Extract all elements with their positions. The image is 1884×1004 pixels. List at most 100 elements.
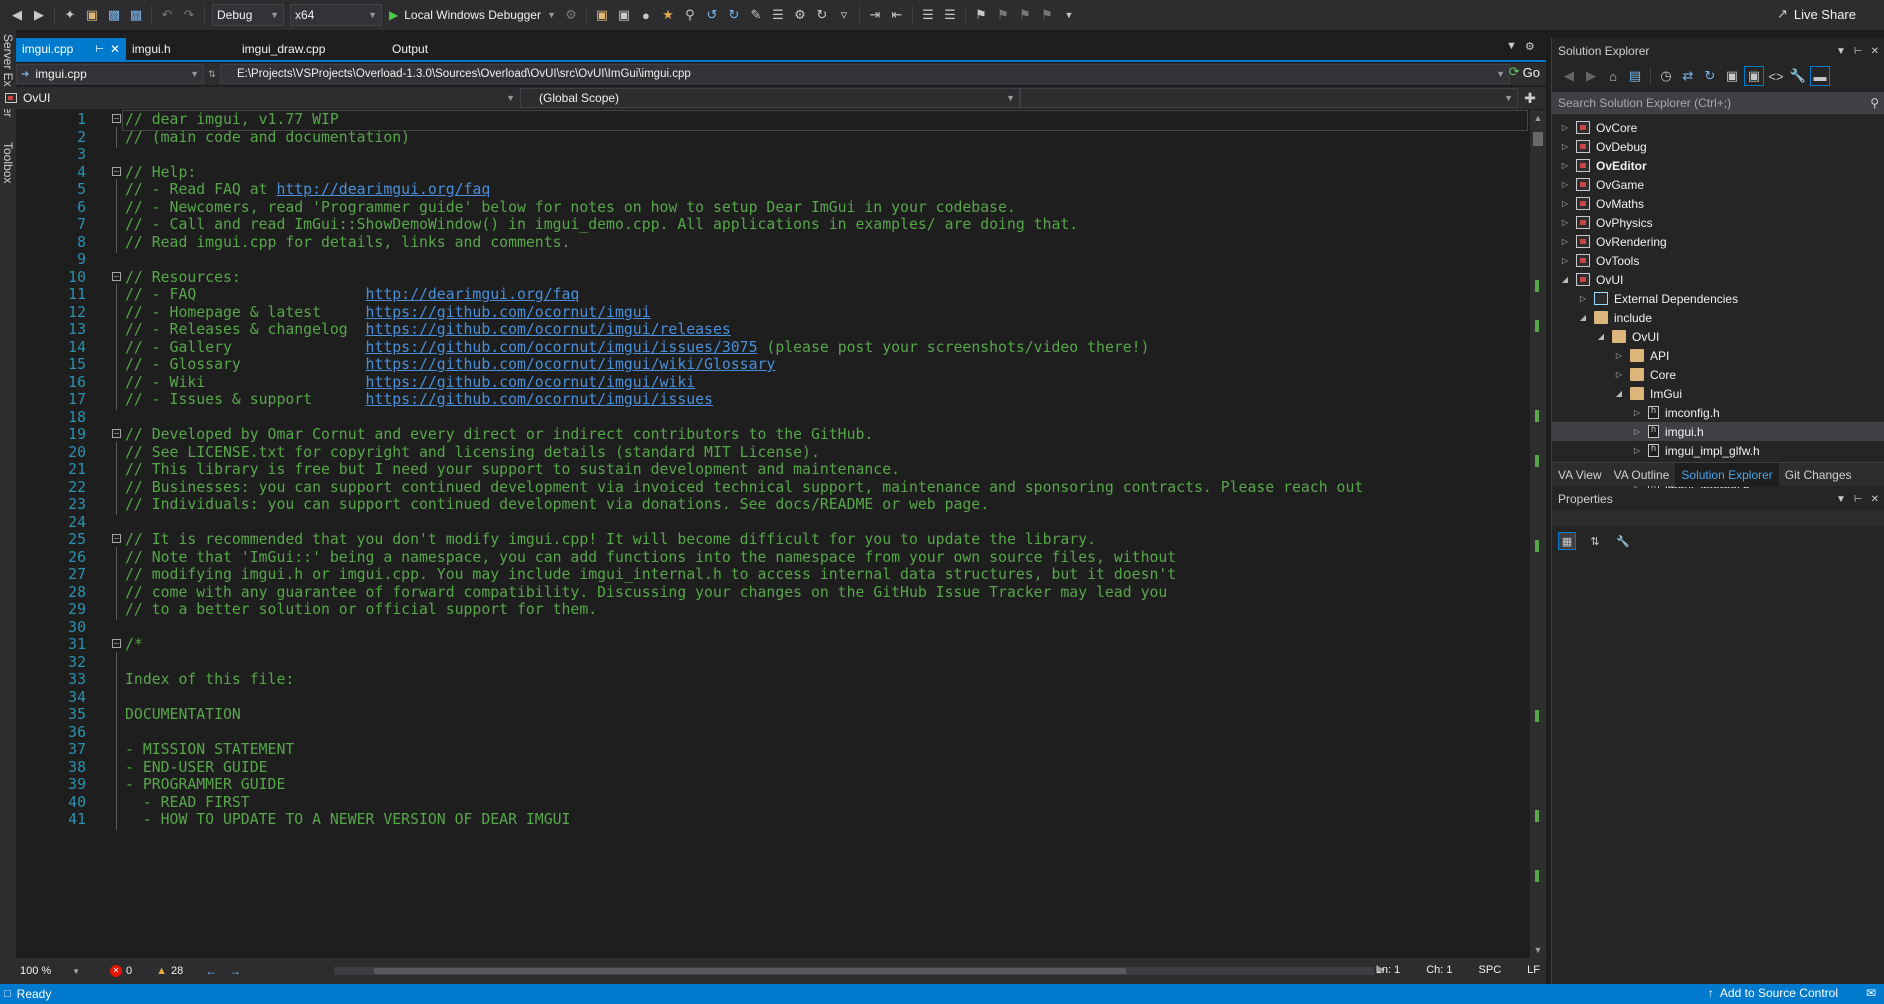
- tree-item[interactable]: ▷ OvPhysics: [1552, 213, 1884, 232]
- bookmark-icon[interactable]: ⚑: [971, 5, 991, 25]
- collapsed-arrow-icon[interactable]: ▷: [1560, 237, 1570, 246]
- bookmark-tools-icon[interactable]: ★: [658, 5, 678, 25]
- collapsed-arrow-icon[interactable]: ▷: [1560, 123, 1570, 132]
- next-issue-icon[interactable]: →: [229, 964, 241, 978]
- line-indicator[interactable]: Ln: 1: [1376, 964, 1400, 976]
- expanded-arrow-icon[interactable]: ◢: [1596, 332, 1606, 341]
- show-all-files-icon[interactable]: ▣: [1744, 66, 1764, 86]
- switch-views-icon[interactable]: ▤: [1625, 66, 1645, 86]
- screenshot-icon[interactable]: ▣: [614, 5, 634, 25]
- go-button[interactable]: ⟳ Go: [1509, 64, 1540, 80]
- code-link[interactable]: https://github.com/ocornut/imgui/issues: [366, 391, 713, 408]
- outdent-icon[interactable]: ⇤: [887, 5, 907, 25]
- tab-imgui-cpp[interactable]: imgui.cpp ⊢ ✕: [16, 38, 126, 60]
- tab-list-icon[interactable]: ▼: [1506, 40, 1517, 53]
- live-share-button[interactable]: ↗ Live Share: [1777, 6, 1856, 22]
- collapsed-arrow-icon[interactable]: ▷: [1560, 256, 1570, 265]
- prev-bookmark-icon[interactable]: ⚑: [993, 5, 1013, 25]
- tab-output[interactable]: Output: [368, 38, 448, 60]
- refactor-icon[interactable]: ✎: [746, 5, 766, 25]
- step-icon[interactable]: ↺: [702, 5, 722, 25]
- collapsed-arrow-icon[interactable]: ▷: [1632, 446, 1642, 455]
- code-link[interactable]: http://dearimgui.org/faq: [366, 286, 580, 303]
- pending-changes-icon[interactable]: ◷: [1656, 66, 1676, 86]
- sync-icon[interactable]: ↻: [812, 5, 832, 25]
- scope-combo[interactable]: (Global Scope) ▼: [520, 88, 1020, 108]
- collapsed-arrow-icon[interactable]: ▷: [1560, 161, 1570, 170]
- close-icon[interactable]: ✕: [1871, 46, 1879, 57]
- forward-icon[interactable]: ▶: [29, 5, 49, 25]
- code-view-icon[interactable]: <>: [1766, 66, 1786, 86]
- tree-item[interactable]: ▷ External Dependencies: [1552, 289, 1884, 308]
- tree-item[interactable]: ▷ OvDebug: [1552, 137, 1884, 156]
- refresh-icon[interactable]: ↻: [1700, 66, 1720, 86]
- code-link[interactable]: http://dearimgui.org/faq: [276, 181, 490, 198]
- property-pages-icon[interactable]: 🔧: [1614, 532, 1632, 550]
- camera-icon[interactable]: ●: [636, 5, 656, 25]
- clear-bookmarks-icon[interactable]: ⚑: [1037, 5, 1057, 25]
- tab-solution-explorer[interactable]: Solution Explorer: [1675, 462, 1779, 487]
- back-icon[interactable]: ◀: [1559, 66, 1579, 86]
- expanded-arrow-icon[interactable]: ◢: [1578, 313, 1588, 322]
- tree-item[interactable]: ▷ OvGame: [1552, 175, 1884, 194]
- code-link[interactable]: https://github.com/ocornut/imgui/issues/…: [366, 339, 758, 356]
- gear-icon[interactable]: ⚙: [1525, 40, 1535, 53]
- configuration-combo[interactable]: Debug ▼: [212, 4, 284, 26]
- collapsed-arrow-icon[interactable]: ▷: [1578, 294, 1588, 303]
- tree-item[interactable]: ▷ imgui_impl_glfw.h: [1552, 441, 1884, 460]
- comment-icon[interactable]: ☰: [768, 5, 788, 25]
- categorized-icon[interactable]: ▦: [1558, 532, 1576, 550]
- code-link[interactable]: https://github.com/ocornut/imgui/release…: [366, 321, 731, 338]
- sync-icon[interactable]: ⇄: [1678, 66, 1698, 86]
- tree-item[interactable]: ▷ OvRendering: [1552, 232, 1884, 251]
- pin-icon[interactable]: ⊢: [1854, 494, 1863, 505]
- code-link[interactable]: https://github.com/ocornut/imgui/wiki: [366, 374, 696, 391]
- fold-toggle-icon[interactable]: −: [112, 534, 121, 543]
- notifications-icon[interactable]: ✉: [1866, 986, 1876, 1000]
- comment-lines-icon[interactable]: ☰: [918, 5, 938, 25]
- solution-explorer-search-input[interactable]: Search Solution Explorer (Ctrl+;) ⚲: [1552, 92, 1884, 114]
- preview-icon[interactable]: ▬: [1810, 66, 1830, 86]
- zoom-combo[interactable]: 100 % ▼: [16, 965, 80, 977]
- undo-icon[interactable]: ↶: [157, 5, 177, 25]
- collapsed-arrow-icon[interactable]: ▷: [1632, 427, 1642, 436]
- fold-toggle-icon[interactable]: −: [112, 429, 121, 438]
- tree-item[interactable]: ◢ OvUI: [1552, 270, 1884, 289]
- panel-options-icon[interactable]: ▼: [1836, 46, 1846, 57]
- tree-item[interactable]: ▷ imgui.h: [1552, 422, 1884, 441]
- tab-va-outline[interactable]: VA Outline: [1608, 463, 1676, 487]
- indent-icon[interactable]: ⇥: [865, 5, 885, 25]
- fold-toggle-icon[interactable]: −: [112, 639, 121, 648]
- collapsed-arrow-icon[interactable]: ▷: [1632, 408, 1642, 417]
- tree-item[interactable]: ▷ OvMaths: [1552, 194, 1884, 213]
- properties-object-combo[interactable]: [1552, 510, 1884, 526]
- attach-icon[interactable]: ⚙: [561, 5, 581, 25]
- code-link[interactable]: https://github.com/ocornut/imgui/wiki/Gl…: [366, 356, 776, 373]
- close-icon[interactable]: ✕: [1871, 494, 1879, 505]
- tree-item[interactable]: ▷ OvCore: [1552, 118, 1884, 137]
- folder-icon[interactable]: ▣: [592, 5, 612, 25]
- more-icon[interactable]: ▿: [834, 5, 854, 25]
- file-path-combo[interactable]: E:\Projects\VSProjects\Overload-1.3.0\So…: [220, 64, 1510, 84]
- toolbar-options-icon[interactable]: ▼: [1059, 5, 1079, 25]
- next-bookmark-icon[interactable]: ⚑: [1015, 5, 1035, 25]
- fold-toggle-icon[interactable]: −: [112, 114, 121, 123]
- scroll-down-icon[interactable]: ▼: [1530, 942, 1546, 958]
- member-combo[interactable]: ▼: [1020, 88, 1518, 108]
- tree-item[interactable]: ▷ Core: [1552, 365, 1884, 384]
- toolbox-tab[interactable]: Toolbox: [1, 142, 15, 183]
- collapsed-arrow-icon[interactable]: ▷: [1560, 180, 1570, 189]
- collapsed-arrow-icon[interactable]: ▷: [1560, 218, 1570, 227]
- line-ending-indicator[interactable]: LF: [1527, 964, 1540, 976]
- column-indicator[interactable]: Ch: 1: [1426, 964, 1452, 976]
- settings-icon[interactable]: ⚙: [790, 5, 810, 25]
- fold-toggle-icon[interactable]: −: [112, 271, 121, 281]
- editor-horizontal-scrollbar[interactable]: [334, 967, 1374, 975]
- platform-combo[interactable]: x64 ▼: [290, 4, 382, 26]
- back-icon[interactable]: ◀: [7, 5, 27, 25]
- tab-va-view[interactable]: VA View: [1552, 463, 1608, 487]
- warning-count[interactable]: ▲ 28: [156, 965, 183, 977]
- forward-icon[interactable]: ▶: [1581, 66, 1601, 86]
- tree-item[interactable]: ▷ OvTools: [1552, 251, 1884, 270]
- add-to-source-control-button[interactable]: ↑ Add to Source Control: [1708, 986, 1838, 1000]
